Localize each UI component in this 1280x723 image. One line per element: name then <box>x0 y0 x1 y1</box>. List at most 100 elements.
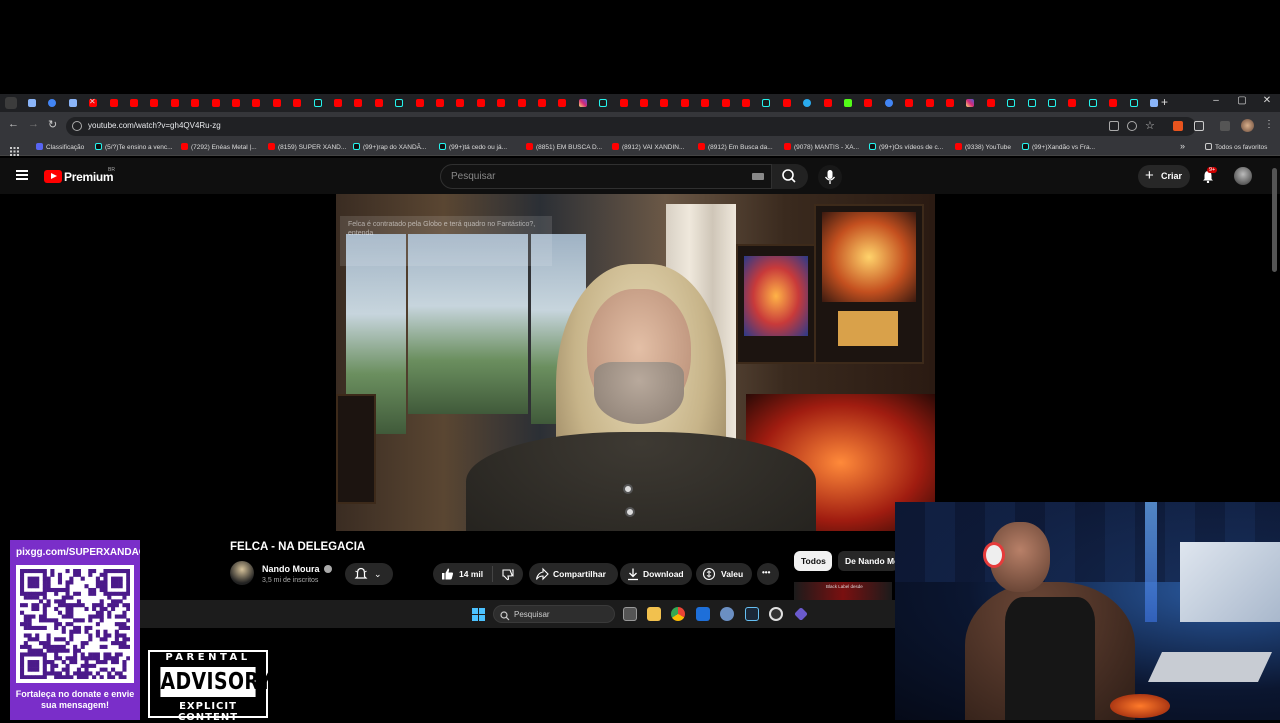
file-explorer-icon[interactable] <box>647 607 661 621</box>
youtube-premium-label[interactable]: Premium <box>64 170 114 184</box>
minimize-button[interactable]: – <box>1206 95 1226 106</box>
bookmarks-overflow-button[interactable]: » <box>1180 141 1185 151</box>
tiktok-icon[interactable] <box>395 99 404 107</box>
extension-icon[interactable] <box>1173 121 1183 131</box>
youtube-icon[interactable] <box>946 99 954 107</box>
bookmark-item[interactable]: (5/?)Te ensino a venc... <box>95 143 173 151</box>
youtube-icon[interactable] <box>701 99 710 107</box>
youtube-icon[interactable] <box>272 99 281 107</box>
dislike-button[interactable] <box>500 567 514 585</box>
youtube-icon[interactable] <box>660 99 669 107</box>
youtube-icon[interactable] <box>680 99 689 107</box>
google-icon[interactable] <box>884 99 893 107</box>
address-bar[interactable] <box>66 117 1196 136</box>
youtube-icon[interactable] <box>986 99 995 107</box>
url-text[interactable]: youtube.com/watch?v=gh4QV4Ru-zg <box>88 121 221 130</box>
forward-arrow-icon[interactable]: → <box>28 118 39 130</box>
taskbar-search-input[interactable] <box>493 605 615 623</box>
youtube-icon[interactable] <box>150 99 159 107</box>
chrome-icon[interactable] <box>671 607 685 621</box>
tab-search-button[interactable] <box>5 97 17 109</box>
task-view-icon[interactable] <box>623 607 637 621</box>
tiktok-icon[interactable] <box>1007 99 1016 107</box>
bookmark-item[interactable]: (9338) YouTube <box>955 143 1011 151</box>
youtube-icon[interactable] <box>436 99 444 107</box>
bookmark-item[interactable]: (8912) Em Busca da... <box>698 143 773 151</box>
youtube-icon[interactable] <box>864 99 873 107</box>
hamburger-menu-icon[interactable] <box>16 170 28 180</box>
bookmark-star-icon[interactable]: ☆ <box>1145 119 1155 132</box>
bookmark-item[interactable]: (8851) EM BUSCA D... <box>526 143 602 151</box>
youtube-icon[interactable] <box>456 99 465 107</box>
zoom-icon[interactable] <box>1127 121 1137 131</box>
youtube-icon[interactable] <box>823 99 832 107</box>
all-bookmarks-button[interactable]: Todos os favoritos <box>1205 143 1267 151</box>
profile-avatar[interactable] <box>1241 119 1254 132</box>
bookmark-item[interactable]: (99+)tá cedo ou já... <box>439 143 507 151</box>
page-scrollbar[interactable] <box>1272 168 1277 272</box>
youtube-icon[interactable] <box>497 99 506 107</box>
windows-start-icon[interactable] <box>472 608 485 621</box>
youtube-icon[interactable] <box>334 99 342 107</box>
bookmark-item[interactable]: (99+)Os vídeos de c... <box>869 143 943 151</box>
tiktok-icon[interactable] <box>313 99 322 107</box>
keyboard-icon[interactable] <box>752 173 764 180</box>
settings-gear-icon[interactable] <box>720 607 734 621</box>
tiktok-icon[interactable] <box>599 99 608 107</box>
search-button[interactable] <box>772 164 808 189</box>
chrome-menu-icon[interactable]: ⋮ <box>1264 119 1274 130</box>
tiktok-icon[interactable] <box>1129 99 1138 107</box>
youtube-icon[interactable] <box>1068 99 1077 107</box>
youtube-icon[interactable] <box>558 99 567 107</box>
maximize-button[interactable]: ▢ <box>1232 95 1252 106</box>
bookmark-item[interactable]: Classificação <box>36 143 84 151</box>
youtube-icon[interactable] <box>640 99 648 107</box>
reload-icon[interactable]: ↻ <box>48 118 57 131</box>
account-avatar[interactable] <box>1234 167 1252 185</box>
youtube-icon[interactable] <box>925 99 934 107</box>
bookmark-item[interactable]: (99+)rap do XANDÃ... <box>353 143 426 151</box>
youtube-icon[interactable] <box>476 99 485 107</box>
sidebar-icon[interactable] <box>1220 121 1230 131</box>
bookmark-item[interactable]: (9078) MANTIS - XA... <box>784 143 859 151</box>
tiktok-icon[interactable] <box>1048 99 1056 107</box>
close-window-button[interactable]: ✕ <box>1257 95 1277 106</box>
youtube-icon[interactable] <box>109 99 118 107</box>
chrome-tab-icon[interactable] <box>28 99 36 107</box>
youtube-icon[interactable] <box>721 99 730 107</box>
youtube-icon[interactable] <box>130 99 138 107</box>
bookmark-item[interactable]: (7292) Enéas Metal |... <box>181 143 257 151</box>
steam-icon[interactable] <box>745 607 759 621</box>
tiktok-icon[interactable] <box>1027 99 1036 107</box>
youtube-icon[interactable] <box>191 99 200 107</box>
youtube-icon[interactable] <box>211 99 220 107</box>
instagram-icon[interactable] <box>578 99 587 107</box>
obs-icon[interactable] <box>769 607 783 621</box>
instagram-icon[interactable] <box>966 99 975 107</box>
chrome-tab-icon[interactable] <box>68 99 77 107</box>
back-arrow-icon[interactable]: ← <box>8 118 19 130</box>
voice-search-button[interactable] <box>818 165 842 189</box>
tiktok-icon[interactable] <box>1088 99 1097 107</box>
youtube-icon[interactable] <box>374 99 383 107</box>
channel-avatar[interactable] <box>230 561 254 585</box>
youtube-icon[interactable] <box>742 99 750 107</box>
chrome-tab-icon[interactable] <box>1150 99 1158 107</box>
site-info-icon[interactable] <box>72 121 82 131</box>
youtube-icon[interactable] <box>252 99 261 107</box>
kick-icon[interactable] <box>844 99 852 107</box>
youtube-logo-icon[interactable] <box>44 170 62 183</box>
install-app-icon[interactable] <box>1109 121 1119 131</box>
youtube-icon[interactable] <box>415 99 424 107</box>
apps-grid-icon[interactable] <box>10 143 19 156</box>
youtube-icon[interactable] <box>1109 99 1118 107</box>
extensions-puzzle-icon[interactable] <box>1194 121 1204 131</box>
video-player[interactable]: Felca é contratado pela Globo e terá qua… <box>336 194 935 531</box>
bookmark-item[interactable]: (8912) VAI XANDIN... <box>612 143 684 151</box>
youtube-icon[interactable] <box>619 99 628 107</box>
close-tab-icon[interactable]: ✕ <box>89 97 96 106</box>
bookmark-item[interactable]: (8159) SUPER XAND... <box>268 143 346 151</box>
youtube-icon[interactable] <box>170 99 179 107</box>
tiktok-icon[interactable] <box>762 99 771 107</box>
channel-name[interactable]: Nando Moura <box>262 564 320 574</box>
